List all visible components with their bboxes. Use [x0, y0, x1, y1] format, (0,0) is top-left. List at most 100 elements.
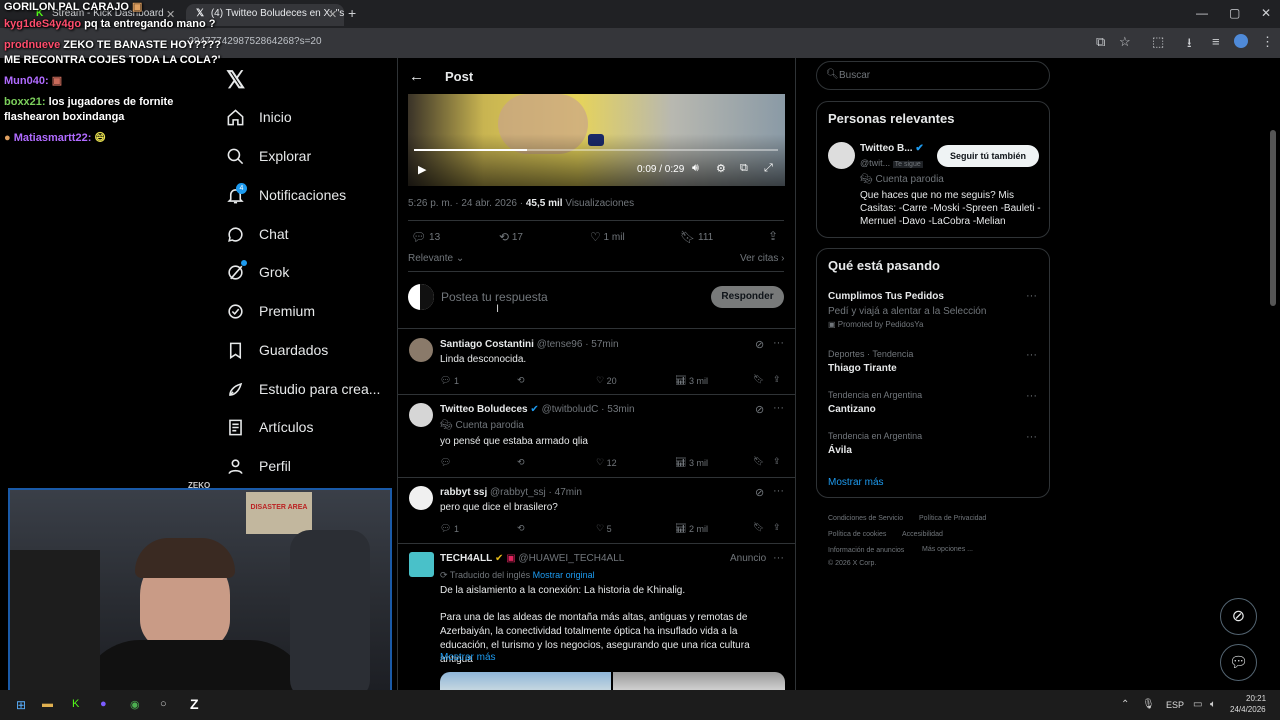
reply-views-action[interactable]: 📊︎ 3 mil — [675, 457, 708, 468]
footer-link[interactable]: Más opciones ... — [922, 546, 973, 553]
menu-icon[interactable]: ⋮ — [1261, 34, 1274, 50]
reply-comment-action[interactable]: 💬︎ — [440, 457, 451, 468]
close-window-icon[interactable]: ✕ — [1261, 6, 1271, 20]
bookmark-action[interactable]: 🔖︎ 111 — [680, 230, 713, 244]
sidebar-item-estudio[interactable]: Estudio para crea... — [226, 374, 380, 404]
sort-dropdown[interactable]: Relevante ⌄ — [408, 253, 464, 264]
bookmark-icon[interactable]: 🔖︎ — [753, 456, 764, 467]
grok-icon[interactable]: ⊘ — [755, 338, 764, 351]
sidebar-item-guardados[interactable]: Guardados — [226, 335, 328, 365]
search-box[interactable]: 🔍︎ Buscar — [816, 61, 1050, 90]
sidebar-item-perfil[interactable]: Perfil — [226, 451, 291, 481]
minimize-icon[interactable]: — — [1196, 6, 1208, 20]
bookmark-icon[interactable]: 🔖︎ — [753, 374, 764, 385]
trend-item[interactable]: Tendencia en Argentina Cantizano — [828, 390, 922, 415]
ad-image[interactable] — [440, 672, 611, 690]
person-name-row[interactable]: Twitteo B... ✔ — [860, 143, 924, 154]
download-icon[interactable]: ⭳ — [1187, 34, 1192, 56]
ad-avatar[interactable] — [409, 552, 434, 577]
reply-views-action[interactable]: 📊︎ 2 mil — [675, 523, 708, 534]
more-icon[interactable]: ··· — [773, 337, 784, 349]
share-icon[interactable]: ⇪ — [773, 522, 781, 533]
reply-avatar[interactable] — [409, 403, 433, 427]
volume-icon[interactable]: 🔊︎ — [692, 162, 699, 175]
footer-link[interactable]: Información de anuncios — [828, 547, 904, 554]
maximize-icon[interactable]: ▢ — [1229, 6, 1240, 20]
footer-link[interactable]: Política de Privacidad — [919, 515, 986, 522]
monitor-icon[interactable]: ▭ — [1193, 699, 1202, 710]
ad-image[interactable] — [613, 672, 785, 690]
video-progress-track[interactable] — [414, 149, 778, 151]
footer-link[interactable]: Condiciones de Servicio — [828, 515, 903, 522]
show-more-link[interactable]: Mostrar más — [440, 652, 496, 663]
reply-repost-action[interactable]: ⟲ — [517, 457, 525, 468]
install-icon[interactable]: ⧉ — [1096, 34, 1105, 50]
clock-date[interactable]: 24/4/2026 — [1230, 705, 1266, 714]
fullscreen-icon[interactable]: ⤢ — [764, 162, 773, 175]
trend-item[interactable]: Deportes · Tendencia Thiago Tirante — [828, 349, 913, 374]
playlist-icon[interactable]: ≡ — [1212, 34, 1220, 49]
grok-float-icon[interactable]: ⊘ — [1220, 598, 1257, 635]
tray-chevron-icon[interactable]: ⌃ — [1121, 699, 1129, 710]
reply-views-action[interactable]: 📊︎ 3 mil — [675, 375, 708, 386]
back-arrow-icon[interactable]: ← — [409, 68, 424, 85]
reply-avatar[interactable] — [409, 338, 433, 362]
more-icon[interactable]: ··· — [1026, 290, 1037, 302]
messages-float-icon[interactable]: 💬︎ — [1220, 644, 1257, 681]
more-icon[interactable]: ··· — [1026, 349, 1037, 361]
ad-author[interactable]: TECH4ALL — [440, 553, 492, 564]
chrome-icon[interactable]: ◉ — [130, 698, 140, 711]
reply-repost-action[interactable]: ⟲ — [517, 375, 525, 386]
footer-link[interactable]: Política de cookies — [828, 531, 886, 538]
mic-icon[interactable]: 🎙︎ — [1142, 699, 1155, 710]
reply-button[interactable]: Responder — [711, 286, 784, 308]
more-icon[interactable]: ··· — [1026, 390, 1037, 402]
more-icon[interactable]: ··· — [773, 402, 784, 414]
reply-author[interactable]: Twitteo Boludeces — [440, 404, 528, 415]
sidebar-item-articulos[interactable]: Artículos — [226, 412, 313, 442]
video-player[interactable]: ▶ 0:09 / 0:29 🔊︎ ⚙︎ ⧉ ⤢ — [408, 94, 785, 186]
share-icon[interactable]: ⇪ — [773, 456, 781, 467]
reply-author[interactable]: rabbyt ssj — [440, 487, 487, 498]
reply-action[interactable]: 💬︎ 13 — [411, 230, 440, 244]
app-icon[interactable]: ○ — [160, 698, 167, 710]
scrollbar-thumb[interactable] — [1270, 130, 1276, 306]
play-icon[interactable]: ▶ — [418, 163, 426, 176]
more-icon[interactable]: ··· — [1026, 431, 1037, 443]
profile-avatar[interactable] — [1234, 34, 1248, 48]
reply-input[interactable]: Postea tu respuesta — [441, 290, 548, 304]
reply-comment-action[interactable]: 💬︎ 1 — [440, 375, 459, 386]
share-icon[interactable]: ⇪ — [773, 374, 781, 385]
more-icon[interactable]: ··· — [773, 552, 784, 564]
x-logo-icon[interactable]: 𝕏 — [226, 66, 245, 95]
star-icon[interactable]: ☆ — [1119, 34, 1131, 50]
reply-like-action[interactable]: ♡ 20 — [596, 375, 617, 386]
new-tab-icon[interactable]: + — [348, 5, 356, 21]
sidebar-item-inicio[interactable]: Inicio — [226, 102, 292, 132]
person-avatar[interactable] — [828, 142, 855, 169]
start-icon[interactable]: ⊞ — [16, 698, 26, 712]
kick-app-icon[interactable]: K — [72, 698, 79, 710]
reply-comment-action[interactable]: 💬︎ 1 — [440, 523, 459, 534]
grok-icon[interactable]: ⊘ — [755, 403, 764, 416]
footer-link[interactable]: Accesibilidad — [902, 531, 943, 538]
app-icon[interactable]: ● — [100, 698, 107, 710]
language-indicator[interactable]: ESP — [1166, 700, 1184, 710]
trend-item[interactable]: Cumplimos Tus Pedidos Pedí y viajá a ale… — [828, 291, 986, 329]
reply-repost-action[interactable]: ⟲ — [517, 523, 525, 534]
search-input[interactable]: Buscar — [839, 70, 870, 81]
quotes-link[interactable]: Ver citas › — [740, 253, 784, 264]
share-icon[interactable]: ⇪ — [768, 229, 778, 243]
settings-icon[interactable]: ⚙︎ — [716, 162, 726, 175]
like-action[interactable]: ♡ 1 mil — [590, 230, 625, 244]
repost-action[interactable]: ⟲ 17 — [499, 230, 523, 244]
pip-icon[interactable]: ⧉ — [740, 162, 748, 175]
sidebar-item-chat[interactable]: Chat — [226, 219, 289, 249]
more-icon[interactable]: ··· — [773, 485, 784, 497]
clock-time[interactable]: 20:21 — [1246, 694, 1266, 703]
reply-avatar[interactable] — [409, 486, 433, 510]
close-tab-icon[interactable]: ✕ — [328, 8, 337, 21]
trend-item[interactable]: Tendencia en Argentina Ávila — [828, 431, 922, 456]
sidebar-item-explorar[interactable]: Explorar — [226, 141, 311, 171]
sidebar-item-grok[interactable]: Grok — [226, 257, 289, 287]
